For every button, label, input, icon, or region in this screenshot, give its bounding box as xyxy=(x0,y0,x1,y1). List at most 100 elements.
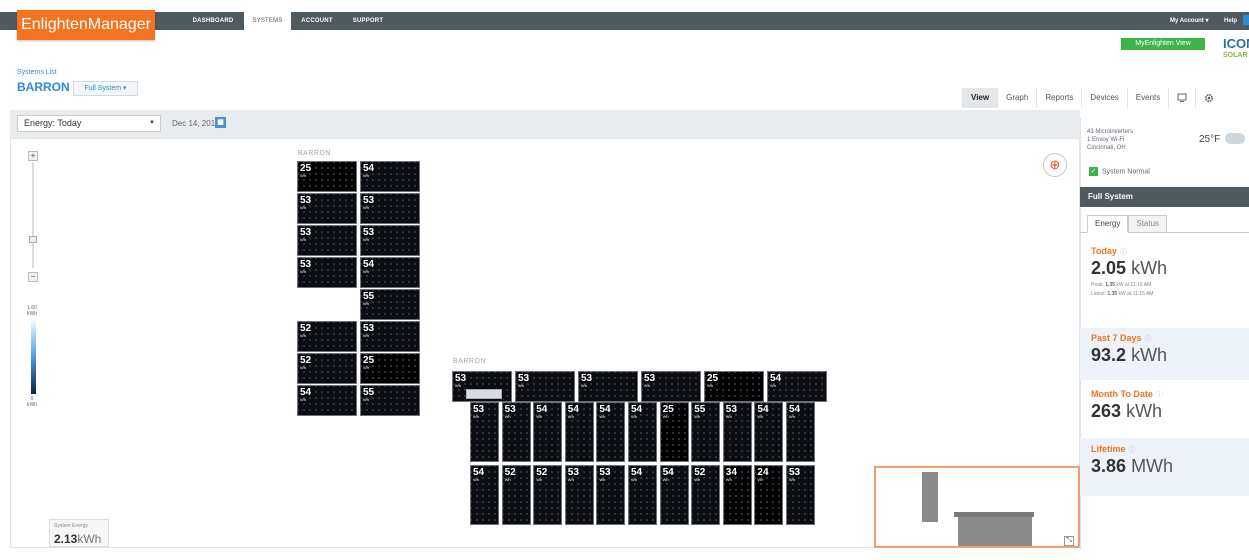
compass-icon[interactable]: ⊕ xyxy=(1043,153,1067,177)
info-icon[interactable]: ⓘ xyxy=(1156,392,1163,399)
solar-panel[interactable]: 54 Wh xyxy=(628,402,657,462)
month-label: Month To Date ⓘ xyxy=(1091,389,1249,400)
tab-devices[interactable]: Devices xyxy=(1081,88,1126,108)
zoom-slider-handle[interactable] xyxy=(29,236,37,243)
solar-panel[interactable]: 53 Wh xyxy=(297,193,357,224)
panel-value: 53 Wh xyxy=(300,259,312,275)
panel-unit: Wh xyxy=(631,414,637,419)
solar-panel[interactable]: 34 Wh xyxy=(722,465,752,525)
solar-panel[interactable]: 25 Wh xyxy=(659,402,689,462)
solar-panel[interactable]: 54 Wh xyxy=(360,161,420,192)
solar-panel[interactable]: 53 Wh xyxy=(501,402,531,462)
installer-logo-sub: SOLAR xyxy=(1223,52,1248,59)
nav-tab-account[interactable]: ACCOUNT xyxy=(293,12,341,30)
solar-panel[interactable]: 53 Wh xyxy=(297,257,357,288)
tab-reports[interactable]: Reports xyxy=(1036,88,1081,108)
systems-list-link[interactable]: Systems List xyxy=(17,69,57,76)
solar-panel[interactable]: 53 Wh xyxy=(470,402,499,462)
panel-value: 25 Wh xyxy=(300,163,312,179)
panel-unit: Wh xyxy=(300,269,306,274)
solar-panel[interactable]: 55 Wh xyxy=(360,385,420,416)
solar-panel[interactable]: 52 Wh xyxy=(533,465,563,525)
panel-unit: Wh xyxy=(300,173,306,178)
panel-unit: Wh xyxy=(599,477,606,482)
solar-panel[interactable]: 53 Wh xyxy=(786,465,815,525)
my-account-menu[interactable]: My Account ▾ xyxy=(1170,12,1208,30)
enlighten-logo[interactable]: EnlightenManager xyxy=(17,10,155,40)
tab-events[interactable]: Events xyxy=(1126,88,1168,108)
solar-panel[interactable]: 52 Wh xyxy=(691,465,721,525)
solar-panel[interactable]: 53 Wh xyxy=(360,321,420,352)
tab-status[interactable]: Status xyxy=(1128,215,1168,233)
solar-panel[interactable]: 52 Wh xyxy=(501,465,531,525)
solar-panel[interactable]: 53 Wh xyxy=(641,371,701,402)
energy-select[interactable]: Energy: Today ▼ xyxy=(17,115,161,132)
tab-energy[interactable]: Energy xyxy=(1087,215,1129,233)
solar-panel[interactable]: 54 Wh xyxy=(754,402,784,462)
zoom-slider-track[interactable] xyxy=(32,163,34,268)
solar-panel[interactable]: 53 Wh xyxy=(596,465,626,525)
solar-panel[interactable]: 53 Wh xyxy=(564,465,594,525)
solar-panel[interactable]: 54 Wh xyxy=(786,402,815,462)
tab-graph[interactable]: Graph xyxy=(997,88,1036,108)
solar-panel[interactable]: 24 Wh xyxy=(754,465,784,525)
legend-min: 0 kWh xyxy=(22,396,42,408)
solar-panel[interactable]: 55 Wh xyxy=(691,402,721,462)
latest-value: 1.35 xyxy=(1107,291,1118,297)
scope-dropdown[interactable]: Full System ▾ xyxy=(73,81,138,96)
solar-panel[interactable]: 54 Wh xyxy=(596,402,626,462)
solar-panel[interactable]: 53 Wh xyxy=(297,225,357,256)
solar-panel[interactable]: 25 Wh xyxy=(360,353,420,384)
solar-panel[interactable]: 52 Wh xyxy=(297,321,357,352)
solar-panel[interactable]: 25 Wh xyxy=(297,161,357,192)
panel-unit: Wh xyxy=(536,414,543,419)
panel-unit: Wh xyxy=(518,383,524,388)
solar-panel[interactable]: 53 Wh xyxy=(578,371,638,402)
zoom-out-button[interactable]: − xyxy=(28,272,38,282)
system-name: BARRON xyxy=(17,80,70,94)
solar-panel[interactable]: 25 Wh xyxy=(704,371,764,402)
week-label: Past 7 Days ⓘ xyxy=(1091,333,1249,344)
solar-panel[interactable]: 54 Wh xyxy=(533,402,563,462)
nav-tab-support[interactable]: SUPPORT xyxy=(345,12,391,30)
panel-value: 53 Wh xyxy=(518,373,530,389)
panel-value: 53 Wh xyxy=(363,227,375,243)
nav-tab-dashboard[interactable]: DASHBOARD xyxy=(182,12,244,30)
panel-unit: Wh xyxy=(581,383,587,388)
calendar-icon[interactable]: ▦ xyxy=(215,117,226,128)
nav-tab-systems[interactable]: SYSTEMS xyxy=(244,12,291,30)
help-link[interactable]: Help xyxy=(1224,12,1237,30)
lifetime-stat: Lifetime ⓘ 3.86 MWh xyxy=(1080,438,1249,496)
solar-panel[interactable]: 53 Wh xyxy=(515,371,575,402)
panel-value: 55 Wh xyxy=(363,291,375,307)
panel-value: 53 Wh xyxy=(567,467,579,483)
info-icon[interactable]: ⓘ xyxy=(1129,447,1136,454)
solar-panel[interactable]: 53 Wh xyxy=(722,402,752,462)
info-icon[interactable]: ⓘ xyxy=(1145,336,1152,343)
solar-panel[interactable]: 53 Wh xyxy=(360,193,420,224)
solar-panel[interactable]: 54 Wh xyxy=(767,371,827,402)
panel-value: 55 Wh xyxy=(694,404,706,420)
expand-icon[interactable]: ⤡ xyxy=(1064,536,1074,546)
myenlighten-view-button[interactable]: MyEnlighten View xyxy=(1121,38,1205,50)
panel-value: 53 Wh xyxy=(789,467,801,483)
solar-panel[interactable]: 53 Wh xyxy=(360,225,420,256)
view-tabs: View Graph Reports Devices Events xyxy=(962,88,1222,108)
solar-panel[interactable]: 54 Wh xyxy=(470,465,499,525)
help-icon[interactable] xyxy=(1243,15,1249,25)
solar-panel[interactable]: 54 Wh xyxy=(297,385,357,416)
solar-panel[interactable]: 52 Wh xyxy=(297,353,357,384)
tab-settings[interactable] xyxy=(1195,88,1222,108)
panel-unit: Wh xyxy=(694,414,701,419)
solar-panel[interactable]: 54 Wh xyxy=(360,257,420,288)
zoom-in-button[interactable]: + xyxy=(28,151,38,161)
solar-panel[interactable]: 54 Wh xyxy=(628,465,657,525)
panel-value: 54 Wh xyxy=(300,387,312,403)
solar-panel[interactable]: 55 Wh xyxy=(360,289,420,320)
minimap[interactable] xyxy=(874,466,1080,548)
tab-view[interactable]: View xyxy=(962,88,998,108)
solar-panel[interactable]: 54 Wh xyxy=(564,402,594,462)
solar-panel[interactable]: 54 Wh xyxy=(659,465,689,525)
info-icon[interactable]: ⓘ xyxy=(1120,249,1127,256)
tab-monitor[interactable] xyxy=(1168,88,1195,108)
